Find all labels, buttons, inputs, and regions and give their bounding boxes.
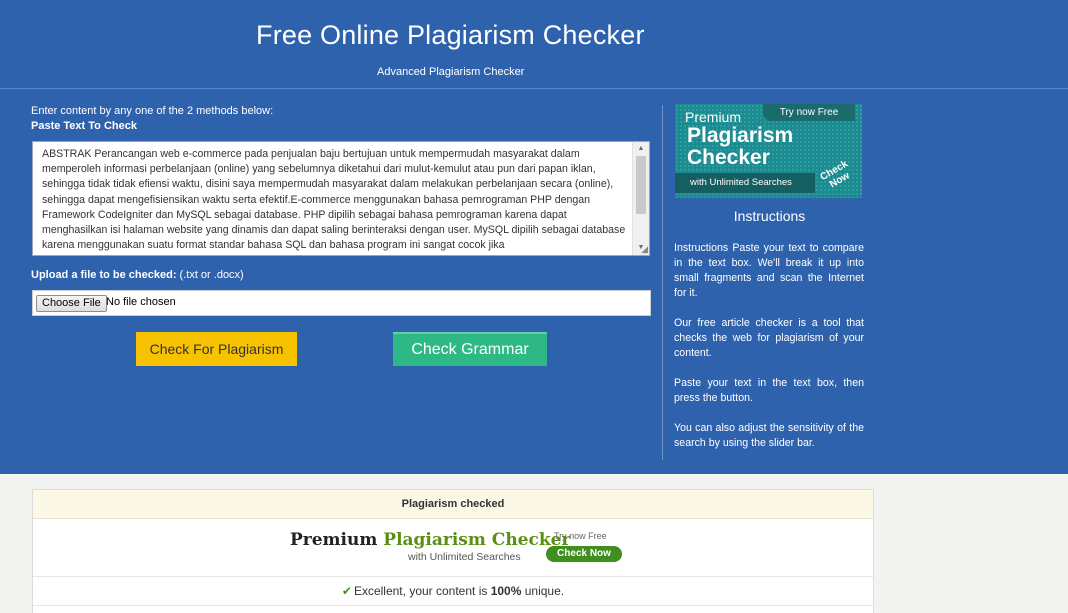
check-grammar-button[interactable]: Check Grammar [393,332,547,366]
upload-label-hint: (.txt or .docx) [176,269,244,281]
scroll-up-icon[interactable]: ▲ [633,142,649,156]
ad-title: Plagiarism Checker [687,124,794,169]
upload-label-bold: Upload a file to be checked: [31,269,177,281]
site-header: Free Online Plagiarism Checker Advanced … [0,0,1068,89]
results-heading: Plagiarism checked [33,490,873,519]
results-ad-row: Premium Plagiarism Checker with Unlimite… [33,519,873,577]
scroll-thumb[interactable] [636,156,646,214]
file-upload-field[interactable]: Choose File No file chosen [32,290,651,316]
premium-ad-banner[interactable]: Try now Free Premium Plagiarism Checker … [675,104,862,198]
sidebar-divider [662,105,663,460]
results-ad-product: Plagiarism Checker [383,530,571,550]
text-input-area[interactable]: ABSTRAK Perancangan web e-commerce pada … [32,141,650,256]
intro-text: Enter content by any one of the 2 method… [31,105,274,117]
instructions-paragraph: Paste your text in the text box, then pr… [674,377,864,404]
results-ad-banner[interactable]: Premium Plagiarism Checker with Unlimite… [278,526,627,570]
text-input-value[interactable]: ABSTRAK Perancangan web e-commerce pada … [42,147,632,253]
ad-try-now[interactable]: Try now Free [763,104,855,121]
paste-label: Paste Text To Check [31,120,137,132]
upload-label: Upload a file to be checked: (.txt or .d… [31,269,244,281]
status-suffix: unique. [521,584,565,598]
status-prefix: Excellent, your content is [353,584,491,598]
resize-grip-icon[interactable]: ◢ [638,244,648,254]
uniqueness-percent: 100% [490,584,522,598]
checker-panel: Enter content by any one of the 2 method… [0,89,1068,474]
page-subtitle: Advanced Plagiarism Checker [377,66,525,78]
results-ad-unlimited: with Unlimited Searches [408,551,521,563]
instructions-paragraph: You can also adjust the sensitivity of t… [674,422,864,449]
check-plagiarism-button[interactable]: Check For Plagiarism [136,332,297,366]
results-ad-premium: Premium [290,530,384,550]
page-title: Free Online Plagiarism Checker [256,20,645,50]
results-panel: Plagiarism checked Premium Plagiarism Ch… [32,489,874,613]
instructions-paragraph: Our free article checker is a tool that … [674,317,864,359]
results-ad-check-now-button[interactable]: Check Now [546,546,622,562]
instructions-paragraph: Instructions Paste your text to compare … [674,242,864,299]
instructions-body: Instructions Paste your text to compare … [674,241,864,466]
results-ad-title: Premium Plagiarism Checker [290,530,570,550]
ad-unlimited-label: with Unlimited Searches [675,173,815,193]
results-ad-try-now: Try now Free [554,531,607,541]
checkmark-icon: ✔ [341,584,352,598]
choose-file-button[interactable]: Choose File [36,295,107,312]
textarea-scrollbar[interactable]: ▲ ▼ [632,142,649,255]
uniqueness-status: ✔ Excellent, your content is 100% unique. [33,577,873,606]
ad-premium-label: Premium [685,109,742,125]
no-file-text: No file chosen [106,296,176,308]
instructions-title: Instructions [733,208,806,224]
